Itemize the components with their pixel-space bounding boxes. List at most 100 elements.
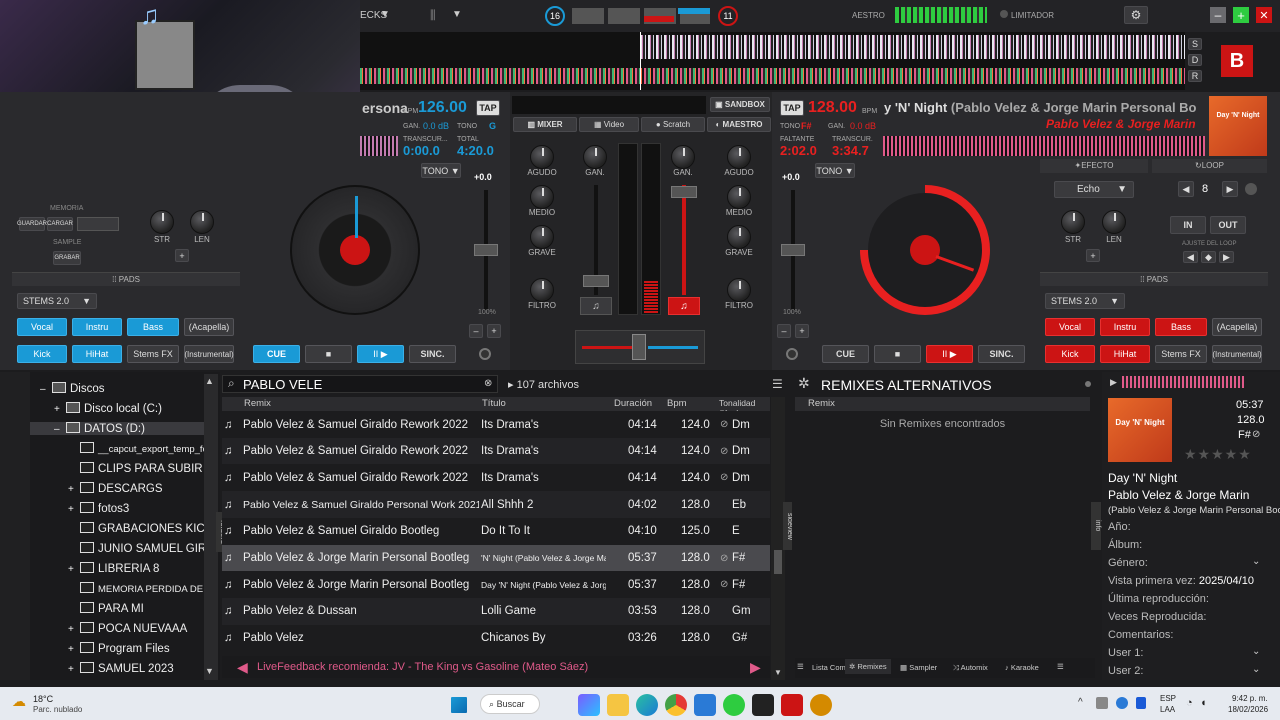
crossfader-handle[interactable] bbox=[632, 334, 646, 360]
list-scroll-down-icon[interactable]: ▼ bbox=[774, 668, 782, 677]
whatsapp-icon[interactable] bbox=[723, 694, 745, 716]
deck-b-effect-dropdown[interactable]: Echo ▼ bbox=[1054, 181, 1134, 198]
tray-chevron-icon[interactable]: ^ bbox=[1078, 697, 1083, 708]
mixer-b-gain-knob[interactable] bbox=[671, 145, 695, 169]
mixer-a-agudo-knob[interactable] bbox=[530, 145, 554, 169]
list-scroll-thumb[interactable] bbox=[774, 550, 782, 574]
mixer-b-grave-knob[interactable] bbox=[727, 225, 751, 249]
user1-chevron-icon[interactable]: ⌄ bbox=[1252, 646, 1260, 657]
feedback-prev-icon[interactable]: ◀ bbox=[237, 659, 248, 676]
tree-scroll-up-icon[interactable]: ▲ bbox=[205, 376, 214, 386]
info-play-icon[interactable]: ▶ bbox=[1110, 377, 1117, 388]
mixer-a-grave-knob[interactable] bbox=[530, 225, 554, 249]
deck-b-badge[interactable]: B bbox=[1221, 45, 1253, 77]
mixer-b-fader[interactable] bbox=[671, 186, 697, 198]
genre-chevron-icon[interactable]: ⌄ bbox=[1252, 556, 1260, 567]
deck-a-len-knob[interactable] bbox=[190, 210, 214, 234]
deck-a-mini-wave[interactable] bbox=[360, 136, 398, 156]
weather-icon[interactable]: ☁ bbox=[12, 693, 30, 709]
mixer-b-headphones-icon[interactable]: ♫ bbox=[668, 297, 700, 315]
tree-item[interactable]: + POCA NUEVAAA bbox=[68, 622, 187, 635]
deck-b-loop-out-button[interactable]: OUT bbox=[1210, 216, 1246, 234]
tree-item[interactable]: PARA MI bbox=[68, 602, 144, 615]
deck-b-add-button[interactable]: + bbox=[1086, 249, 1100, 262]
feedback-text[interactable]: LiveFeedback recomienda: JV - The King v… bbox=[257, 661, 588, 673]
tree-item[interactable]: + LIBRERIA 8 bbox=[68, 562, 159, 575]
tab-automix[interactable]: ⤨ Automix bbox=[953, 663, 988, 673]
waveform-d-button[interactable]: D bbox=[1188, 54, 1202, 66]
mixer-b-medio-knob[interactable] bbox=[727, 185, 751, 209]
deck-a-pad-bass[interactable]: Bass bbox=[127, 318, 179, 336]
deck-b-key[interactable]: F# bbox=[801, 121, 812, 131]
tree-item[interactable]: – Discos bbox=[40, 382, 105, 395]
deck-b-sync-button[interactable]: SINC. bbox=[978, 345, 1025, 363]
deck-a-key[interactable]: G bbox=[489, 121, 496, 131]
deck-b-len-knob[interactable] bbox=[1102, 210, 1126, 234]
mixer-a-fader[interactable] bbox=[583, 275, 609, 287]
table-row[interactable]: ♫ Pablo Velez & Samuel Giraldo Bootleg Do … bbox=[222, 517, 770, 545]
remixes-dot[interactable] bbox=[1085, 381, 1091, 387]
search-clear-icon[interactable]: ⊗ bbox=[484, 378, 492, 389]
tab-remixes[interactable]: ✲ Remixes bbox=[845, 659, 891, 674]
deck-b-pitch-plus[interactable]: + bbox=[795, 324, 809, 338]
tab-sampler[interactable]: ▦ Sampler bbox=[900, 663, 937, 672]
mixer-a-filtro-knob[interactable] bbox=[530, 278, 554, 302]
deck-a-pad-instrumental[interactable]: (Instrumental) bbox=[184, 345, 234, 363]
feedback-next-icon[interactable]: ▶ bbox=[750, 659, 761, 676]
deck-b-play-button[interactable]: II ▶ bbox=[926, 345, 973, 363]
expand-icon[interactable]: + bbox=[68, 504, 80, 515]
tab-scratch[interactable]: ● Scratch bbox=[641, 117, 705, 132]
deck-a-load-button[interactable]: CARGAR bbox=[47, 217, 73, 231]
limiter-icon[interactable] bbox=[1000, 10, 1008, 18]
settings-gear-icon[interactable]: ⚙ bbox=[1124, 6, 1148, 24]
minimize-button[interactable]: – bbox=[1210, 7, 1226, 23]
table-row[interactable]: ♫ Pablo Velez & Samuel Giraldo Personal W… bbox=[222, 491, 770, 519]
tab-karaoke[interactable]: ♪ Karaoke bbox=[1005, 663, 1039, 672]
info-waveform[interactable] bbox=[1122, 376, 1244, 388]
waveform-s-button[interactable]: S bbox=[1188, 38, 1202, 50]
deck-b-cue-button[interactable]: CUE bbox=[822, 345, 869, 363]
tree-item[interactable]: + SAMUEL 2023 bbox=[68, 662, 174, 675]
deck-a-stems-dropdown[interactable]: STEMS 2.0 ▼ bbox=[17, 293, 97, 309]
dropdown-arrow-icon[interactable]: ▼ bbox=[452, 9, 462, 20]
expand-icon[interactable]: + bbox=[68, 564, 80, 575]
search-input[interactable]: PABLO VELE bbox=[243, 377, 322, 392]
expand-icon[interactable]: + bbox=[68, 644, 80, 655]
tree-item[interactable]: MEMORIA PERDIDA DE FIRI bbox=[68, 582, 208, 595]
table-row[interactable]: ♫ Pablo Velez & Jorge Marin Personal Boot… bbox=[222, 571, 770, 599]
app-icon[interactable] bbox=[810, 694, 832, 716]
mixer-a-headphones-icon[interactable]: ♫ bbox=[580, 297, 612, 315]
deck-b-pitch-slider[interactable] bbox=[781, 244, 805, 256]
deck-a-sync-button[interactable]: SINC. bbox=[409, 345, 456, 363]
header-title[interactable]: Título bbox=[482, 398, 506, 409]
sandbox-button[interactable]: ▣ SANDBOX bbox=[710, 97, 770, 112]
waveform-bottom[interactable] bbox=[360, 62, 1185, 90]
lang-label-2[interactable]: LAA bbox=[1160, 705, 1175, 714]
deck-a-record-button[interactable]: GRABAR bbox=[53, 251, 81, 265]
header-remix[interactable]: Remix bbox=[244, 398, 271, 409]
deck-a-save-button[interactable]: GUARDAR bbox=[17, 217, 47, 231]
deck-b-gain[interactable]: 0.0 dB bbox=[850, 121, 876, 131]
tray-cloud-icon[interactable] bbox=[1116, 697, 1128, 709]
tab-lista[interactable]: Lista Com bbox=[812, 663, 846, 672]
virtualdj-icon[interactable] bbox=[781, 694, 803, 716]
table-row[interactable]: ♫ Pablo Velez & Dussan Lolli Game 03:53 128.… bbox=[222, 597, 770, 625]
deck-b-loop-prev[interactable]: ◀ bbox=[1178, 181, 1194, 197]
waveform-r-button[interactable]: R bbox=[1188, 70, 1202, 82]
chrome-icon[interactable] bbox=[665, 694, 687, 716]
tray-volume-icon[interactable]: ◖ bbox=[1200, 697, 1207, 709]
mixer-a-gain-knob[interactable] bbox=[583, 145, 607, 169]
deck-b-str-knob[interactable] bbox=[1061, 210, 1085, 234]
tree-item[interactable]: + Program Files bbox=[68, 642, 170, 655]
waveform-top[interactable] bbox=[360, 32, 1185, 62]
expand-icon[interactable]: + bbox=[68, 624, 80, 635]
collapse-icon[interactable]: – bbox=[40, 384, 52, 395]
tree-scroll-down-icon[interactable]: ▼ bbox=[205, 666, 214, 676]
dropdown-arrow-icon[interactable]: ▼ bbox=[380, 9, 390, 20]
capcut-icon[interactable] bbox=[752, 694, 774, 716]
tree-item[interactable]: GRABACIONES KICK bbox=[68, 522, 208, 535]
deck-b-loop-adjust-left[interactable]: ◀ bbox=[1183, 251, 1198, 263]
deck-a-gain[interactable]: 0.0 dB bbox=[423, 121, 449, 131]
limiter-label[interactable]: LIMITADOR bbox=[1011, 11, 1054, 20]
tray-wifi-icon[interactable]: ◔ bbox=[1186, 697, 1193, 709]
